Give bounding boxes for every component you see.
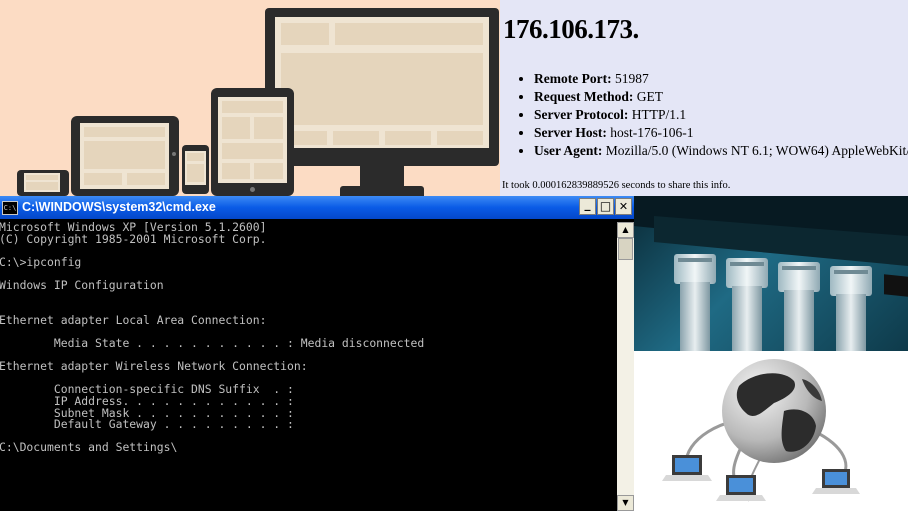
ip-address-title: 176.106.173. (503, 14, 639, 44)
info-value: host-176-106-1 (606, 125, 694, 140)
list-item: Server Protocol: HTTP/1.1 (534, 106, 908, 124)
list-item: User Agent: Mozilla/5.0 (Windows NT 6.1;… (534, 142, 908, 160)
ethernet-cables-image (634, 196, 908, 351)
ip-info-panel: 176.106.173. Remote Port: 51987 Request … (500, 0, 908, 196)
phone-landscape-icon (17, 170, 69, 196)
info-label: User Agent: (534, 143, 603, 158)
phone-icon (182, 145, 209, 194)
cmd-app-icon[interactable]: C:\ (2, 201, 18, 215)
scroll-thumb[interactable] (618, 238, 633, 260)
globe-network-image (634, 351, 908, 511)
info-label: Server Protocol: (534, 107, 629, 122)
console-line: Ethernet adapter Wireless Network Connec… (0, 359, 308, 374)
vertical-scrollbar[interactable]: ▲ ▼ (617, 222, 634, 511)
info-label: Remote Port: (534, 71, 612, 86)
scroll-down-button[interactable]: ▼ (617, 495, 634, 511)
laptop-icon (662, 455, 712, 481)
console-line: Default Gateway . . . . . . . . . : (0, 417, 294, 432)
info-label: Server Host: (534, 125, 607, 140)
timing-note: It took 0.000162839889526 seconds to sha… (502, 180, 731, 191)
console-line: C:\Documents and Settings\ (0, 440, 178, 455)
console-output[interactable]: Microsoft Windows XP [Version 5.1.2600] … (0, 222, 616, 511)
maximize-button[interactable]: □ (597, 198, 614, 215)
list-item: Request Method: GET (534, 88, 908, 106)
minimize-button[interactable]: _ (579, 198, 596, 215)
cmd-window: C:\ C:\WINDOWS\system32\cmd.exe _ □ ✕ Mi… (0, 196, 634, 511)
landscape-tablet-icon (71, 116, 179, 196)
globe-icon (662, 359, 860, 502)
monitor-stand (360, 166, 404, 188)
monitor-icon (265, 8, 499, 166)
console-line: Ethernet adapter Local Area Connection: (0, 312, 267, 327)
console-line: Windows IP Configuration (0, 278, 164, 292)
console-line: (C) Copyright 1985-2001 Microsoft Corp. (0, 231, 267, 246)
list-item: Server Host: host-176-106-1 (534, 124, 908, 142)
console-line: C:\>ipconfig (0, 254, 82, 269)
info-label: Request Method: (534, 89, 634, 104)
list-item: Remote Port: 51987 (534, 70, 908, 88)
ip-info-list: Remote Port: 51987 Request Method: GET S… (500, 70, 908, 160)
info-value: Mozilla/5.0 (Windows NT 6.1; WOW64) Appl… (605, 143, 908, 158)
cmd-title-bar[interactable]: C:\ C:\WINDOWS\system32\cmd.exe _ □ ✕ (0, 196, 634, 219)
ethernet-plug-icon (634, 196, 908, 351)
tablet-icon (211, 88, 294, 196)
info-value: GET (633, 89, 663, 104)
scroll-up-button[interactable]: ▲ (617, 222, 634, 238)
monitor-base (340, 186, 424, 196)
close-button[interactable]: ✕ (615, 198, 632, 215)
console-line: Media State . . . . . . . . . . . : Medi… (0, 336, 425, 350)
window-title: C:\WINDOWS\system32\cmd.exe (22, 200, 216, 214)
devices-illustration (0, 0, 500, 196)
info-value: HTTP/1.1 (628, 107, 687, 122)
info-value: 51987 (611, 71, 649, 86)
